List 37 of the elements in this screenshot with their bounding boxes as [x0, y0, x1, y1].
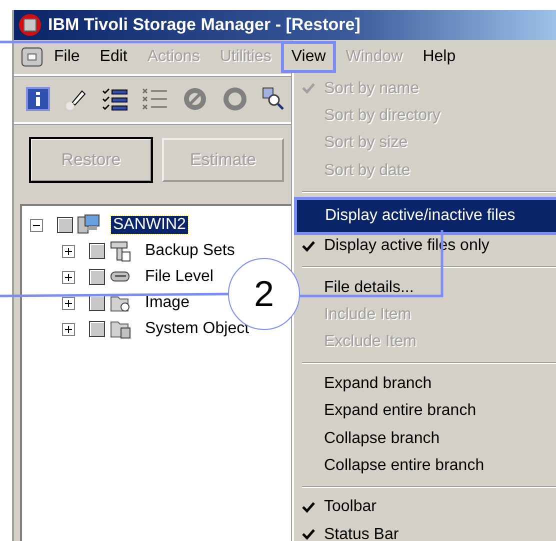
list-icon[interactable] — [142, 87, 168, 111]
app-icon — [18, 13, 42, 37]
menu-item[interactable]: View — [281, 41, 336, 73]
collapse-icon[interactable] — [30, 218, 43, 232]
window-title: IBM Tivoli Storage Manager - [Restore] — [48, 15, 360, 35]
expand-icon[interactable] — [62, 270, 75, 284]
tree-item[interactable]: Image — [143, 294, 192, 312]
menu-option[interactable]: Toolbar — [324, 498, 376, 516]
no-entry-icon[interactable] — [182, 86, 208, 112]
tree-item[interactable]: Backup Sets — [143, 242, 237, 260]
computer-icon — [77, 214, 101, 236]
menu-option[interactable]: Collapse entire branch — [324, 456, 484, 475]
checkbox[interactable] — [89, 321, 105, 337]
expand-icon[interactable] — [62, 322, 75, 336]
menu-option[interactable]: Status Bar — [324, 526, 399, 541]
menu-option[interactable]: File details... — [324, 278, 414, 297]
backup-icon — [109, 240, 133, 262]
checkbox[interactable] — [57, 217, 73, 233]
menu-item[interactable]: Help — [412, 41, 466, 73]
menu-item[interactable]: Edit — [90, 41, 138, 73]
menu-option[interactable]: Expand branch — [324, 374, 432, 393]
app-icon[interactable] — [20, 45, 44, 69]
expand-icon[interactable] — [62, 244, 75, 258]
circle-icon[interactable] — [222, 86, 248, 112]
tree-item[interactable]: SANWIN2 — [111, 216, 188, 234]
tree-item[interactable]: File Level — [143, 268, 216, 286]
magnifier-icon[interactable] — [262, 87, 286, 111]
checklist-icon[interactable] — [102, 87, 128, 111]
menu-item[interactable]: File — [44, 41, 90, 73]
menu-option[interactable]: Collapse branch — [324, 430, 440, 448]
info-icon[interactable] — [26, 87, 50, 111]
checkbox[interactable] — [89, 269, 105, 285]
menu-option[interactable]: Display active/inactive files — [325, 206, 516, 225]
checkbox[interactable] — [89, 243, 105, 259]
menu-option[interactable]: Expand entire branch — [324, 402, 476, 420]
expand-icon[interactable] — [62, 296, 75, 310]
highlighted-menu-row[interactable]: Display active/inactive files — [294, 196, 556, 235]
